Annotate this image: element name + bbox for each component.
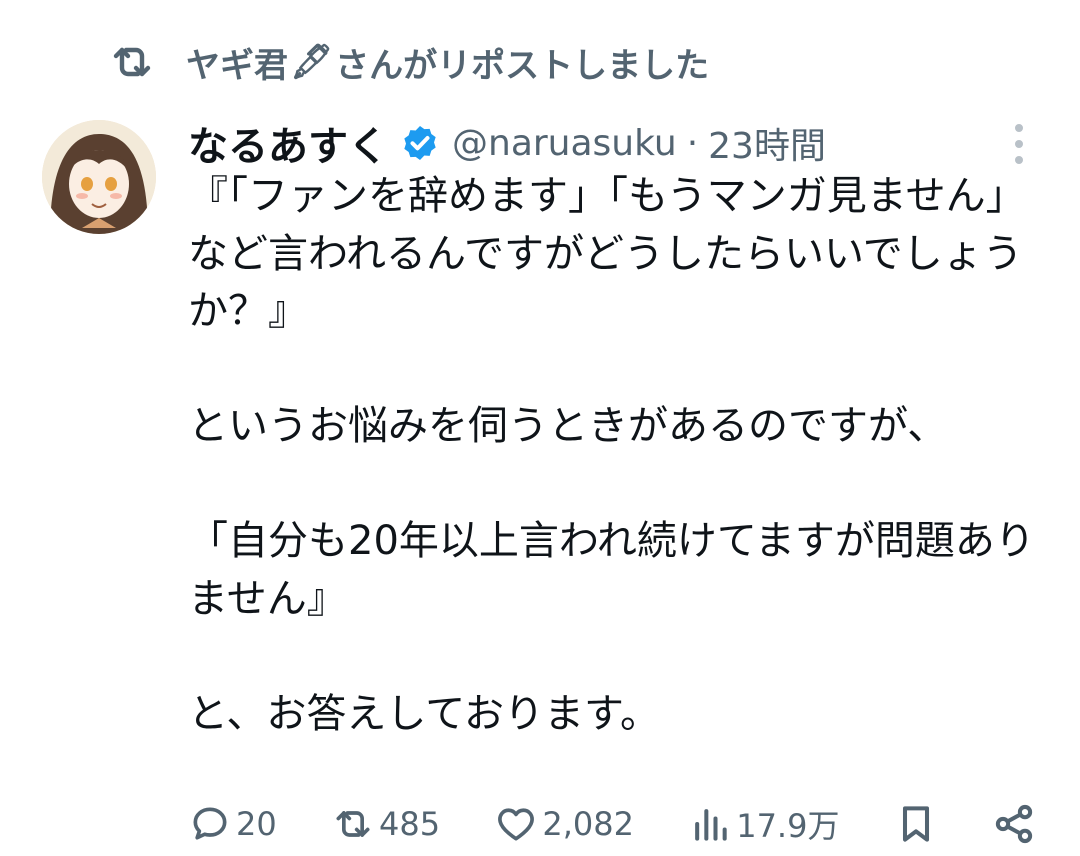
repost-icon <box>113 47 151 77</box>
heart-icon <box>498 808 535 841</box>
bookmark-icon <box>902 806 929 842</box>
tweet-header: なるあすく @naruasuku · 23時間 <box>188 112 826 174</box>
repost-icon <box>336 811 370 837</box>
view-count: 17.9万 <box>736 807 840 845</box>
more-dots-icon[interactable] <box>1004 124 1034 164</box>
display-name[interactable]: なるあすく <box>188 114 388 172</box>
bookmark-button[interactable] <box>894 802 938 846</box>
repost-button[interactable]: 485 <box>331 802 440 846</box>
repost-count: 485 <box>378 805 441 843</box>
pen-emoji: 🖋 <box>290 42 334 82</box>
repost-suffix: さんがリポストしました <box>335 45 710 86</box>
tweet-text: 『「ファンを辞めます」「もうマンガ見ません」など言われるんですがどうしたらいいで… <box>188 173 1035 737</box>
share-icon <box>995 804 1033 844</box>
more-dot <box>1015 156 1023 164</box>
action-bar: 20 485 2,082 17.9万 <box>188 798 1036 850</box>
reposter-name: ヤギ君 <box>186 45 288 86</box>
separator-dot: · <box>686 122 699 164</box>
reply-icon <box>193 807 227 840</box>
like-count: 2,082 <box>542 805 634 843</box>
more-dot <box>1015 140 1023 148</box>
verified-badge-icon <box>404 126 436 160</box>
reply-count: 20 <box>236 805 277 843</box>
views-chart-icon <box>695 809 727 841</box>
reply-button[interactable]: 20 <box>188 802 277 846</box>
repost-attribution[interactable]: ヤギ君 🖋 さんがリポストしました <box>108 38 709 86</box>
like-button[interactable]: 2,082 <box>494 802 634 846</box>
timestamp[interactable]: 23時間 <box>708 117 826 169</box>
avatar[interactable] <box>42 120 156 234</box>
share-button[interactable] <box>992 802 1036 846</box>
views-button[interactable]: 17.9万 <box>688 801 839 847</box>
more-dot <box>1015 124 1023 132</box>
user-handle[interactable]: @naruasuku <box>452 123 677 164</box>
